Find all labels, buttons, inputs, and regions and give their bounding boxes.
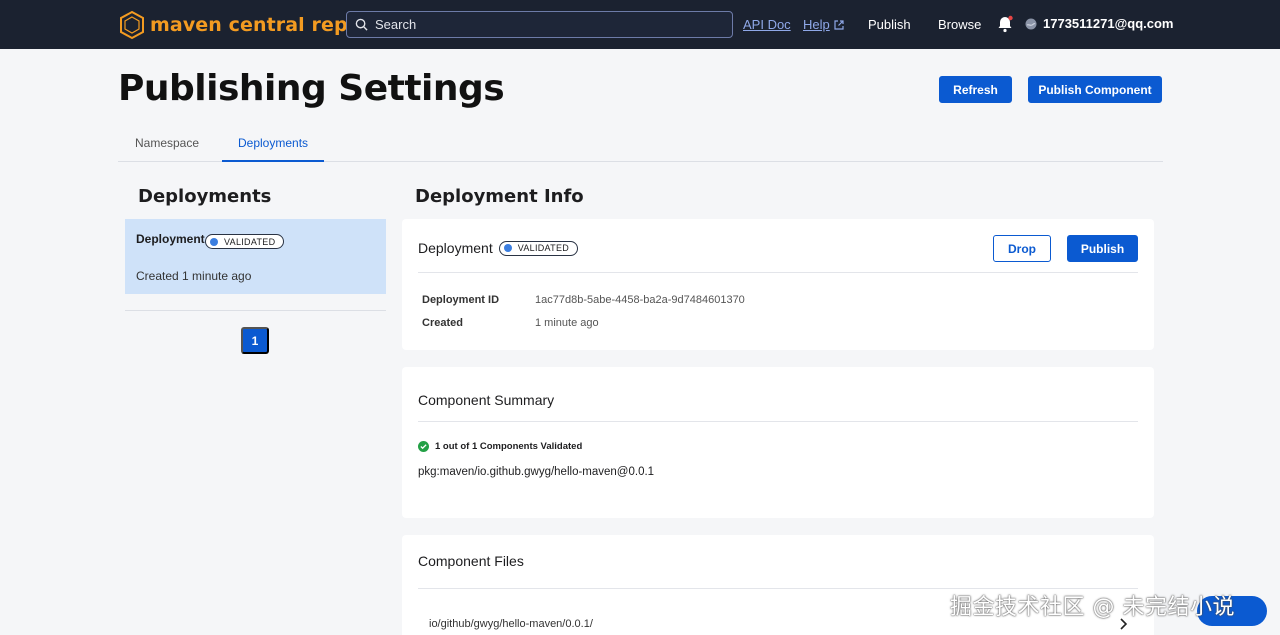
status-badge-text: VALIDATED	[517, 243, 570, 253]
created-value: 1 minute ago	[535, 317, 599, 329]
nav-browse-link[interactable]: Browse	[938, 17, 981, 32]
component-summary-title: Component Summary	[418, 392, 555, 408]
notifications-button[interactable]	[996, 15, 1014, 38]
file-folder-row[interactable]: io/github/gwyg/hello-maven/0.0.1/	[429, 618, 593, 630]
page-title: Publishing Settings	[118, 68, 505, 109]
validation-status-text: 1 out of 1 Components Validated	[435, 441, 583, 452]
deployment-card-header: Deployment VALIDATED	[418, 240, 579, 256]
card-divider	[418, 421, 1138, 422]
watermark-text: 掘金技术社区 @ 未完结小说	[950, 595, 1235, 620]
deployment-list-item[interactable]: Deployment VALIDATED Created 1 minute ag…	[125, 219, 386, 294]
card-divider	[418, 272, 1138, 273]
bell-icon	[998, 15, 1013, 33]
deployment-id-label: Deployment ID	[422, 294, 500, 306]
component-files-title: Component Files	[418, 553, 524, 569]
avatar-icon	[1025, 18, 1037, 29]
top-nav-bar: maven central repository API Doc Help Pu…	[0, 0, 1280, 49]
deployment-card-title: Deployment	[418, 240, 493, 256]
search-icon	[355, 18, 368, 31]
deployments-list-title: Deployments	[138, 186, 272, 207]
active-tab-indicator	[222, 160, 324, 162]
list-divider	[125, 310, 386, 311]
deployment-info-title: Deployment Info	[415, 186, 584, 207]
drop-button[interactable]: Drop	[993, 235, 1051, 262]
refresh-button[interactable]: Refresh	[939, 76, 1012, 103]
api-doc-link[interactable]: API Doc	[743, 17, 791, 32]
publish-button[interactable]: Publish	[1067, 235, 1138, 262]
component-summary-card: Component Summary 1 out of 1 Components …	[402, 367, 1154, 518]
help-link-label: Help	[803, 17, 830, 32]
validation-status: 1 out of 1 Components Validated	[418, 441, 582, 452]
settings-tabs: Namespace Deployments	[118, 130, 1163, 162]
status-dot-icon	[503, 244, 512, 252]
help-link[interactable]: Help	[803, 17, 844, 32]
status-badge: VALIDATED	[498, 240, 579, 256]
search-box[interactable]	[346, 11, 733, 38]
deployment-id-value: 1ac77d8b-5abe-4458-ba2a-9d7484601370	[535, 294, 745, 306]
user-email: 1773511271@qq.com	[1043, 16, 1174, 31]
check-circle-icon	[418, 441, 429, 452]
deployment-item-created: Created 1 minute ago	[136, 269, 252, 283]
tab-deployments[interactable]: Deployments	[238, 136, 308, 150]
status-dot-icon	[210, 237, 218, 246]
component-purl: pkg:maven/io.github.gwyg/hello-maven@0.0…	[418, 466, 655, 478]
status-badge-text: VALIDATED	[224, 236, 276, 247]
external-link-icon	[834, 19, 844, 30]
pagination-page-1[interactable]: 1	[241, 327, 269, 354]
status-badge: VALIDATED	[205, 234, 285, 249]
deployment-info-card: Deployment VALIDATED Drop Publish Deploy…	[402, 219, 1154, 350]
maven-logo-icon	[120, 10, 144, 40]
created-label: Created	[422, 317, 463, 329]
user-menu[interactable]: 1773511271@qq.com	[1025, 16, 1173, 31]
tab-namespace[interactable]: Namespace	[135, 136, 199, 150]
nav-publish-link[interactable]: Publish	[868, 17, 911, 32]
publish-component-button[interactable]: Publish Component	[1028, 76, 1162, 103]
search-input[interactable]	[375, 17, 715, 32]
deployment-item-label: Deployment	[136, 232, 205, 246]
